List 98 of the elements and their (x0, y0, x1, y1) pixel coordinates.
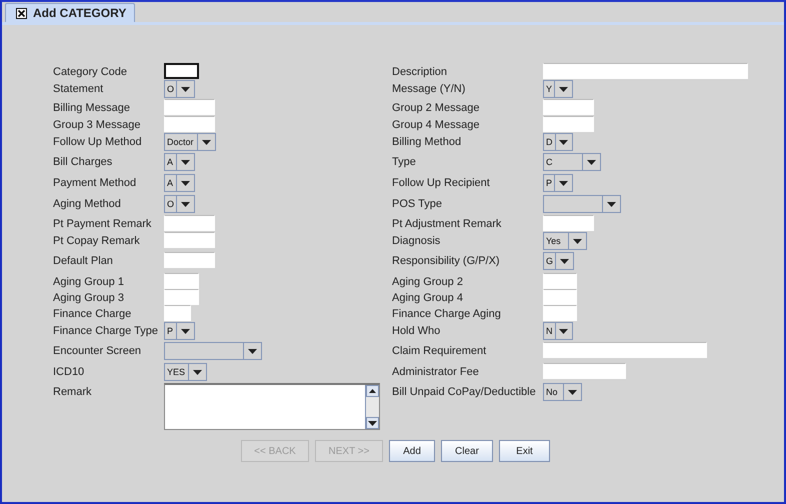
field-label: Billing Method (392, 135, 462, 148)
field-label: Claim Requirement (392, 344, 488, 357)
dropdown[interactable]: D (543, 133, 573, 151)
dropdown-arrow-icon (181, 160, 190, 164)
text-field[interactable] (164, 99, 215, 115)
remark-textarea[interactable] (164, 383, 380, 430)
field-label: Responsibility (G/P/X) (392, 254, 501, 267)
field-label: Description (392, 65, 448, 78)
dropdown-arrow-icon (181, 328, 190, 334)
dropdown[interactable]: YES (164, 363, 207, 381)
dropdown-arrow-icon (181, 86, 190, 92)
field-label: Group 4 Message (392, 118, 480, 131)
field-label: Aging Group 1 (53, 275, 125, 288)
text-field[interactable] (543, 289, 577, 305)
field-label: Diagnosis (392, 234, 442, 247)
scroll-up-icon (369, 389, 376, 393)
field-label: Statement (53, 82, 104, 95)
field-label: Billing Message (53, 101, 132, 114)
tab-title: Add CATEGORY (33, 6, 126, 20)
dropdown-arrow-icon (248, 348, 257, 354)
text-field[interactable] (543, 273, 577, 289)
dropdown[interactable]: A (164, 153, 195, 171)
text-field[interactable] (164, 252, 215, 268)
field-label: Aging Group 2 (392, 275, 464, 288)
dropdown-arrow-icon (202, 140, 211, 144)
field-label: Follow Up Recipient (392, 176, 491, 189)
dropdown[interactable]: C (543, 153, 601, 171)
text-field[interactable] (164, 215, 215, 231)
dropdown[interactable]: O (164, 195, 195, 213)
dropdown[interactable]: Y (543, 80, 573, 98)
text-field[interactable] (164, 63, 199, 79)
field-label: Aging Group 3 (53, 291, 125, 304)
dropdown[interactable]: P (543, 174, 573, 192)
field-label: Remark (53, 385, 93, 398)
field-label: Group 2 Message (392, 101, 480, 114)
scroll-down-icon (368, 420, 377, 426)
dropdown-arrow-icon (559, 328, 568, 334)
dropdown-arrow-icon (181, 180, 190, 186)
field-label: Default Plan (53, 254, 114, 267)
text-field[interactable] (543, 342, 707, 358)
field-label: Type (392, 155, 417, 168)
dropdown-arrow-icon (573, 238, 582, 244)
tab[interactable]: Add CATEGORY (5, 3, 136, 22)
dropdown[interactable]: Yes (543, 232, 587, 250)
field-label: Encounter Screen (53, 344, 142, 357)
action-button[interactable]: Clear (441, 440, 493, 462)
text-field[interactable] (164, 305, 191, 321)
field-label: Pt Adjustment Remark (392, 217, 502, 230)
dropdown-arrow-icon (568, 390, 577, 394)
field-label: Bill Charges (53, 155, 114, 168)
dropdown[interactable]: O (164, 80, 195, 98)
text-field[interactable] (543, 99, 594, 115)
dropdown[interactable]: N (543, 322, 573, 340)
text-field[interactable] (164, 232, 215, 248)
dropdown[interactable] (543, 195, 621, 213)
dropdown[interactable]: G (543, 252, 574, 270)
field-label: Finance Charge (53, 307, 132, 320)
dropdown-arrow-icon (560, 258, 569, 264)
text-field[interactable] (543, 305, 577, 321)
field-label: Hold Who (392, 324, 442, 337)
dropdown-arrow-icon (587, 160, 596, 164)
field-label: Category Code (53, 65, 128, 78)
text-field[interactable] (543, 363, 626, 379)
text-field[interactable] (164, 273, 199, 289)
dropdown-arrow-icon (559, 86, 568, 92)
text-field[interactable] (164, 289, 199, 305)
field-label: Message (Y/N) (392, 82, 466, 95)
dropdown-arrow-icon (193, 370, 202, 374)
dropdown[interactable]: A (164, 174, 195, 192)
dropdown-arrow-icon (607, 202, 616, 206)
field-label: Finance Charge Type (53, 324, 159, 337)
text-field[interactable] (543, 63, 748, 79)
field-label: Pt Payment Remark (53, 217, 152, 230)
dropdown-arrow-icon (559, 180, 568, 186)
dropdown[interactable]: No (543, 383, 582, 401)
field-label: ICD10 (53, 365, 86, 378)
field-label: Follow Up Method (53, 135, 143, 148)
field-label: Bill Unpaid CoPay/Deductible (392, 385, 537, 398)
close-icon[interactable] (16, 8, 27, 18)
dropdown[interactable]: Doctor (164, 133, 216, 151)
field-label: POS Type (392, 197, 443, 210)
field-label: Group 3 Message (53, 118, 142, 131)
field-label: Aging Group 4 (392, 291, 464, 304)
field-label: Payment Method (53, 176, 138, 189)
dropdown-arrow-icon (559, 140, 568, 144)
field-label: Administrator Fee (392, 365, 480, 378)
text-field[interactable] (164, 116, 215, 132)
text-field[interactable] (543, 215, 594, 231)
field-label: Aging Method (53, 197, 122, 210)
dropdown[interactable] (164, 342, 262, 360)
dropdown[interactable]: P (164, 322, 195, 340)
field-label: Pt Copay Remark (53, 234, 141, 247)
dropdown-arrow-icon (181, 202, 190, 206)
scrollbar[interactable] (365, 385, 379, 429)
field-label: Finance Charge Aging (392, 307, 502, 320)
action-button[interactable]: Add (389, 440, 435, 462)
text-field[interactable] (543, 116, 594, 132)
action-button[interactable]: Exit (499, 440, 550, 462)
